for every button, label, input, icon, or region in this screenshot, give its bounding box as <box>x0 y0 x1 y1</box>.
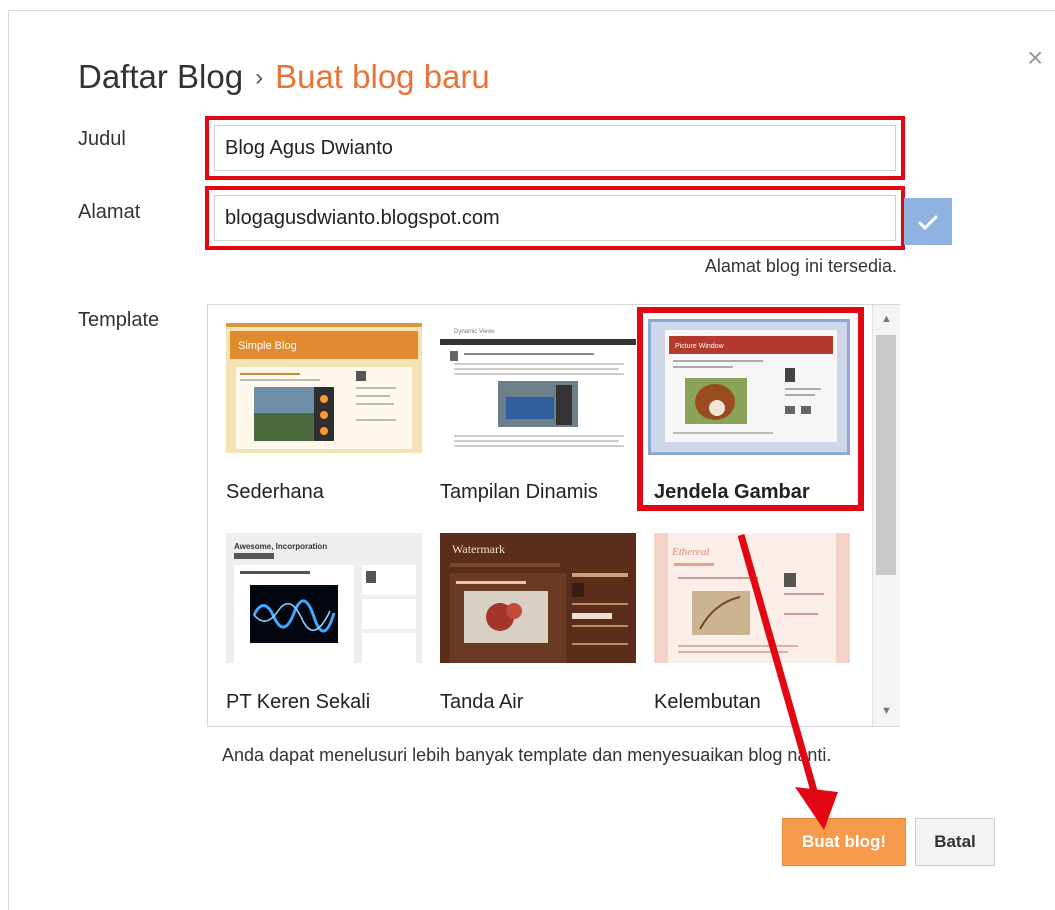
red-arrow-annotation <box>737 534 838 830</box>
